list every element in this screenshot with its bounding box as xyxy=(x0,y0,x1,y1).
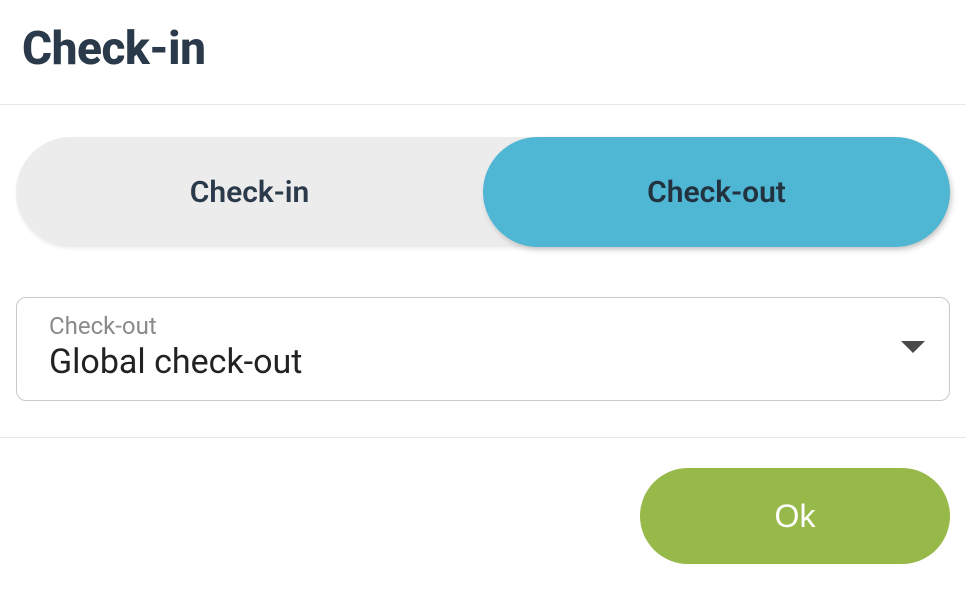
chevron-down-icon xyxy=(901,341,925,353)
ok-button-label: Ok xyxy=(775,498,816,535)
select-text-wrapper: Check-out Global check-out xyxy=(49,312,302,382)
segmented-option-label: Check-out xyxy=(647,175,786,210)
checkout-select[interactable]: Check-out Global check-out xyxy=(16,297,950,401)
segmented-option-checkin[interactable]: Check-in xyxy=(16,137,483,247)
segmented-option-checkout[interactable]: Check-out xyxy=(483,137,950,247)
ok-button[interactable]: Ok xyxy=(640,468,950,564)
footer: Ok xyxy=(0,438,966,564)
checkin-checkout-toggle: Check-in Check-out xyxy=(16,137,950,247)
header: Check-in xyxy=(0,0,966,105)
page-title: Check-in xyxy=(22,22,944,76)
content-area: Check-in Check-out Check-out Global chec… xyxy=(0,105,966,438)
select-value: Global check-out xyxy=(49,342,302,382)
select-label: Check-out xyxy=(49,312,302,340)
segmented-option-label: Check-in xyxy=(190,175,310,210)
